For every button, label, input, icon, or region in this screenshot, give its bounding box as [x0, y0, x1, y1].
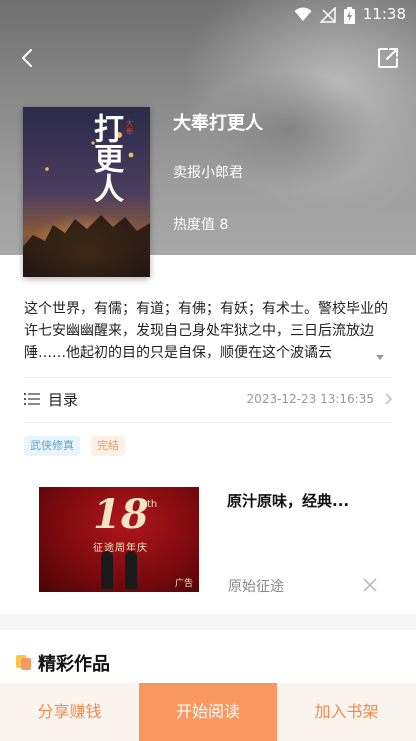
tag-genre[interactable]: 武侠修真	[24, 436, 80, 456]
wifi-icon	[294, 7, 312, 21]
chevron-right-icon	[385, 393, 392, 405]
ad-image-figure	[125, 551, 137, 589]
book-author[interactable]: 卖报小郎君	[173, 162, 243, 182]
add-to-shelf-button[interactable]: 加入书架	[277, 683, 416, 741]
toc-updated-date: 2023-12-23 13:16:35	[246, 392, 374, 406]
ad-image-number: 18	[93, 491, 149, 538]
toc-label: 目录	[48, 391, 79, 409]
share-export-icon	[378, 48, 398, 68]
ad-image[interactable]: 18 th 征途周年庆 广告	[39, 487, 199, 592]
share-earn-button[interactable]: 分享赚钱	[0, 683, 139, 741]
close-icon	[363, 578, 377, 592]
signal-off-icon	[320, 7, 336, 23]
status-bar: 11:38	[0, 0, 416, 30]
ad-image-suffix: th	[147, 499, 158, 510]
ad-close-button[interactable]	[362, 577, 378, 593]
book-title: 大奉打更人	[173, 113, 263, 134]
back-button[interactable]	[16, 46, 40, 70]
battery-charging-icon	[344, 7, 355, 24]
cover-title: 打更人	[88, 113, 123, 203]
clock: 11:38	[362, 5, 406, 23]
ad-title[interactable]: 原汁原味，经典...	[227, 490, 349, 511]
cover-seal: 大奉	[125, 119, 134, 135]
ad-source: 原始征途	[228, 579, 284, 595]
ad-badge: 广告	[174, 579, 193, 589]
toc-row[interactable]: 目录 2023-12-23 13:16:35	[24, 378, 392, 422]
bottom-action-bar: 分享赚钱 开始阅读 加入书架	[0, 683, 416, 741]
caret-down-icon	[376, 355, 384, 360]
stacked-squares-icon	[16, 655, 31, 670]
divider	[24, 422, 392, 423]
chevron-left-icon	[22, 49, 32, 67]
ad-card[interactable]: 18 th 征途周年庆 广告 原汁原味，经典... 原始征途	[0, 466, 416, 614]
tag-status: 完结	[91, 436, 125, 456]
expand-description-button[interactable]	[368, 348, 392, 366]
book-cover[interactable]: 打更人 大奉	[23, 107, 150, 277]
start-reading-button[interactable]: 开始阅读	[139, 683, 277, 741]
list-icon	[24, 393, 40, 405]
book-heat: 热度值 8	[173, 217, 229, 233]
share-button[interactable]	[376, 46, 400, 70]
book-description[interactable]: 这个世界，有儒；有道；有佛；有妖；有术士。警校毕业的许七安幽幽醒来，发现自己身处…	[24, 298, 392, 364]
section-title: 精彩作品	[38, 654, 110, 675]
ad-image-figure	[101, 551, 113, 589]
section-separator	[0, 614, 416, 630]
